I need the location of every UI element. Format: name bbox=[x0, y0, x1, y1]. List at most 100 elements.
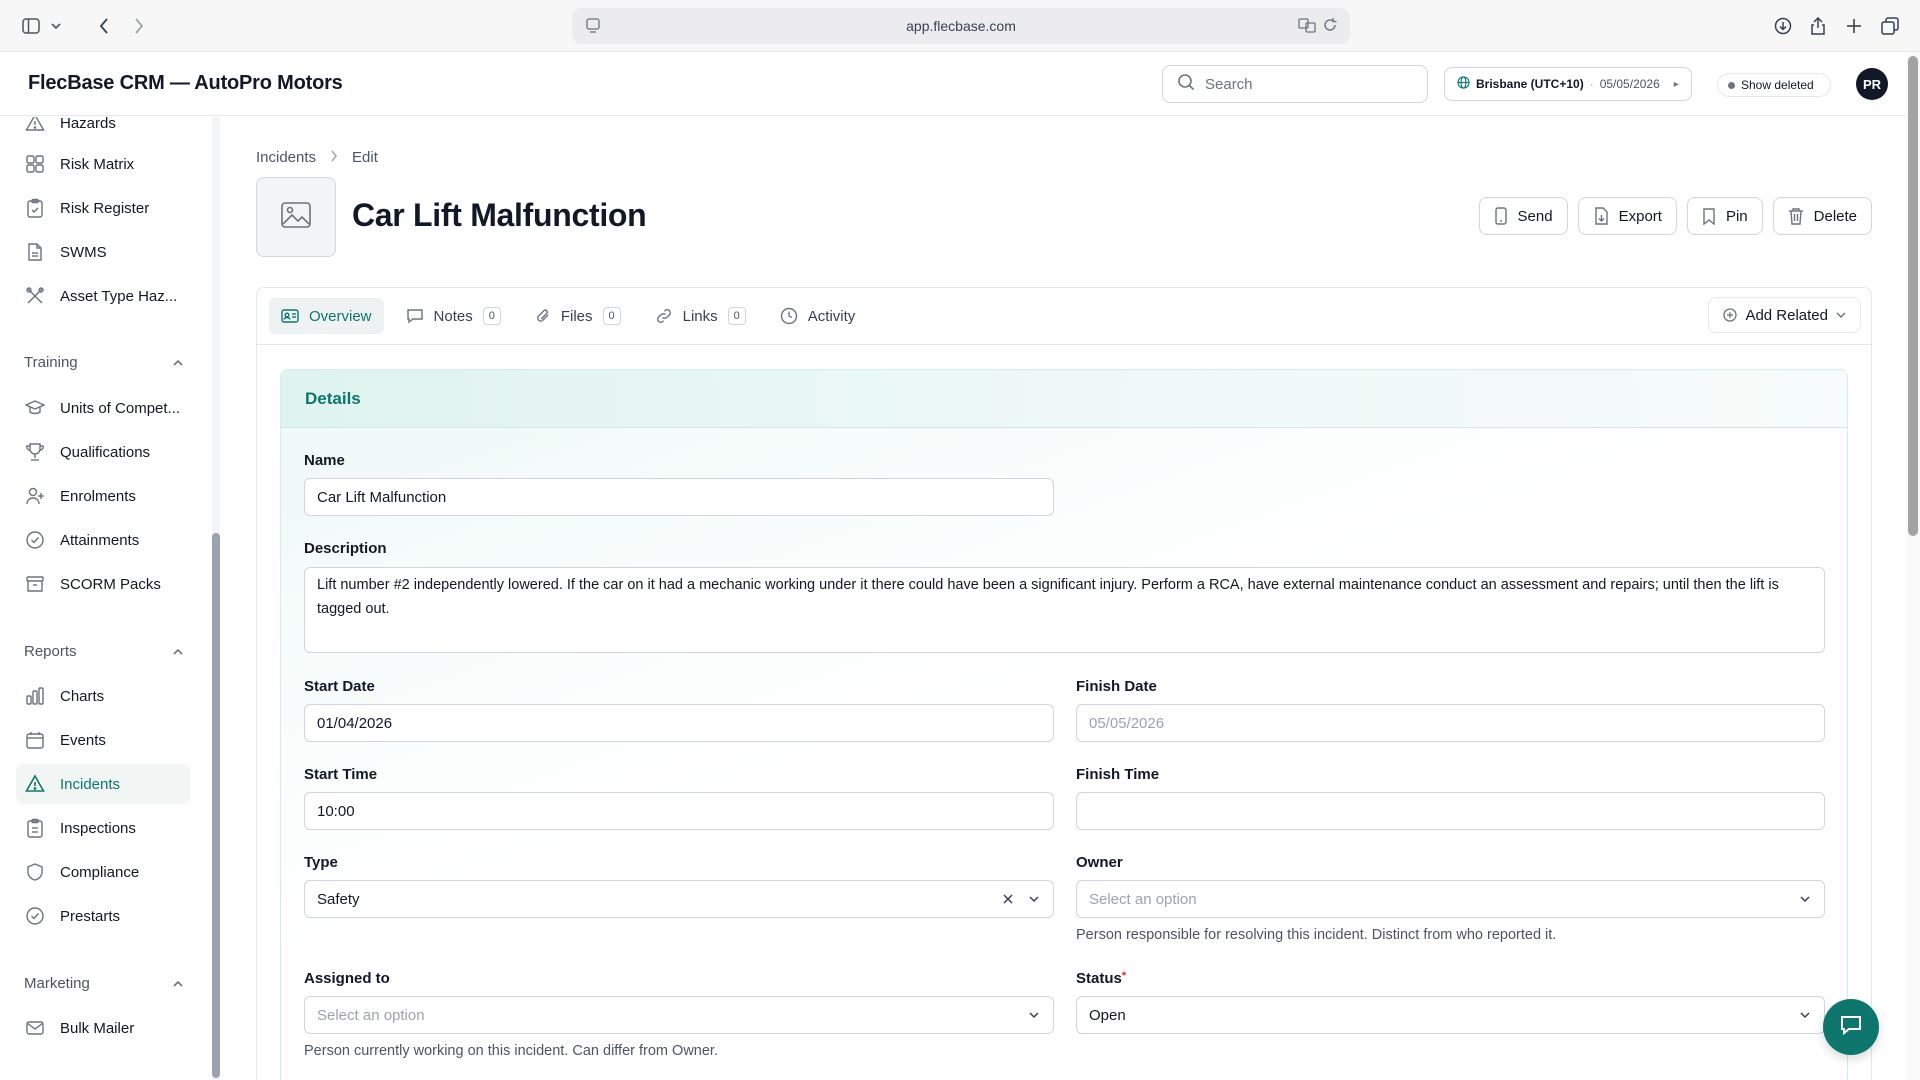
finish-date-field[interactable]: 05/05/2026 bbox=[1076, 704, 1825, 742]
sidebar-item-attainments[interactable]: Attainments bbox=[16, 520, 190, 560]
sidebar-item-label: Attainments bbox=[60, 531, 140, 549]
tools-icon bbox=[24, 285, 46, 307]
required-marker: * bbox=[1121, 970, 1127, 982]
assigned-help-text: Person currently working on this inciden… bbox=[304, 1043, 718, 1059]
finish-time-field[interactable] bbox=[1076, 792, 1825, 830]
export-label: Export bbox=[1618, 207, 1662, 225]
owner-select[interactable]: Select an option bbox=[1076, 880, 1825, 918]
status-label: Status* bbox=[1076, 970, 1126, 987]
tab-overview[interactable]: Overview bbox=[269, 298, 384, 334]
share-icon[interactable] bbox=[1805, 13, 1831, 39]
sidebar-item-units-of-competency[interactable]: Units of Compet... bbox=[16, 388, 190, 428]
sidebar-scrollbar[interactable] bbox=[212, 533, 220, 1078]
details-header[interactable]: Details bbox=[281, 370, 1847, 428]
search-input[interactable] bbox=[1205, 75, 1405, 93]
sidebar-section-marketing[interactable]: Marketing bbox=[24, 975, 184, 992]
app-title: FlecBase CRM — AutoPro Motors bbox=[28, 72, 343, 94]
description-label: Description bbox=[304, 540, 387, 557]
status-select[interactable]: Open bbox=[1076, 996, 1825, 1034]
export-button[interactable]: Export bbox=[1577, 197, 1677, 235]
tab-files[interactable]: Files 0 bbox=[523, 298, 633, 334]
page-scrollbar[interactable] bbox=[1908, 56, 1918, 536]
tab-label: Files bbox=[560, 307, 593, 325]
sidebar-item-events[interactable]: Events bbox=[16, 720, 190, 760]
sidebar-item-compliance[interactable]: Compliance bbox=[16, 852, 190, 892]
tab-notes[interactable]: Notes 0 bbox=[394, 298, 513, 334]
sidebar-item-label: Incidents bbox=[60, 775, 121, 793]
clear-icon[interactable] bbox=[1001, 892, 1015, 906]
sidebar-item-risk-register[interactable]: Risk Register bbox=[16, 188, 190, 228]
app-header: FlecBase CRM — AutoPro Motors Brisbane (… bbox=[0, 52, 1906, 116]
show-deleted-toggle[interactable]: Show deleted bbox=[1717, 73, 1831, 97]
sidebar-item-label: Charts bbox=[60, 687, 105, 705]
assigned-to-select[interactable]: Select an option bbox=[304, 996, 1054, 1034]
sidebar-section-reports[interactable]: Reports bbox=[24, 643, 184, 660]
sidebar-item-label: Risk Matrix bbox=[60, 155, 135, 173]
downloads-icon[interactable] bbox=[1770, 13, 1796, 39]
phone-icon bbox=[1494, 207, 1508, 225]
sidebar-item-label: Hazards bbox=[60, 117, 116, 132]
sidebar-item-hazards[interactable]: Hazards bbox=[16, 117, 190, 143]
check-circle-icon bbox=[24, 529, 46, 551]
links-count-badge: 0 bbox=[727, 307, 746, 325]
address-bar[interactable]: app.flecbase.com bbox=[572, 8, 1350, 44]
new-tab-icon[interactable] bbox=[1841, 13, 1867, 39]
sidebar-item-label: Prestarts bbox=[60, 907, 121, 925]
sidebar-item-prestarts[interactable]: Prestarts bbox=[16, 896, 190, 936]
id-card-icon bbox=[281, 308, 299, 324]
timezone-selector[interactable]: Brisbane (UTC+10) · 05/05/2026 ▸ bbox=[1444, 67, 1692, 101]
details-card: Details Name Car Lift Malfunction Descri… bbox=[280, 369, 1848, 1080]
file-export-icon bbox=[1593, 207, 1609, 225]
tab-overview-icon[interactable] bbox=[1877, 13, 1903, 39]
chevron-down-icon[interactable] bbox=[46, 13, 66, 39]
sidebar-item-bulk-mailer[interactable]: Bulk Mailer bbox=[16, 1008, 190, 1048]
sidebar-item-risk-matrix[interactable]: Risk Matrix bbox=[16, 144, 190, 184]
start-time-field[interactable]: 10:00 bbox=[304, 792, 1054, 830]
translate-icon[interactable] bbox=[1298, 17, 1316, 38]
sidebar-item-charts[interactable]: Charts bbox=[16, 676, 190, 716]
avatar[interactable]: PR bbox=[1856, 68, 1888, 100]
sidebar-item-qualifications[interactable]: Qualifications bbox=[16, 432, 190, 472]
sidebar-toggle-icon[interactable] bbox=[18, 13, 44, 39]
sidebar-item-swms[interactable]: SWMS bbox=[16, 232, 190, 272]
type-label: Type bbox=[304, 854, 338, 871]
files-count-badge: 0 bbox=[602, 307, 621, 325]
tab-activity[interactable]: Activity bbox=[768, 298, 868, 334]
search-box[interactable] bbox=[1162, 65, 1428, 103]
add-related-label: Add Related bbox=[1745, 306, 1828, 324]
breadcrumb-link-incidents[interactable]: Incidents bbox=[256, 149, 316, 166]
send-button[interactable]: Send bbox=[1478, 197, 1568, 235]
chevron-down-icon bbox=[1798, 892, 1812, 906]
record-image-placeholder[interactable] bbox=[256, 177, 336, 257]
assigned-placeholder: Select an option bbox=[317, 1006, 425, 1024]
delete-button[interactable]: Delete bbox=[1772, 197, 1872, 235]
back-icon[interactable] bbox=[91, 13, 117, 39]
start-date-field[interactable]: 01/04/2026 bbox=[304, 704, 1054, 742]
owner-placeholder: Select an option bbox=[1089, 890, 1197, 908]
sidebar-item-incidents[interactable]: Incidents bbox=[16, 764, 190, 804]
sidebar-item-enrolments[interactable]: Enrolments bbox=[16, 476, 190, 516]
tab-label: Activity bbox=[807, 307, 856, 325]
sidebar-item-asset-type-hazards[interactable]: Asset Type Haz... bbox=[16, 276, 190, 316]
add-related-button[interactable]: Add Related bbox=[1708, 297, 1861, 333]
current-date: 05/05/2026 bbox=[1599, 77, 1660, 91]
type-select[interactable]: Safety bbox=[304, 880, 1054, 918]
forward-icon[interactable] bbox=[126, 13, 152, 39]
tab-links[interactable]: Links 0 bbox=[643, 298, 758, 334]
globe-icon bbox=[1457, 76, 1470, 92]
description-field[interactable]: Lift number #2 independently lowered. If… bbox=[304, 567, 1825, 653]
pin-button[interactable]: Pin bbox=[1686, 197, 1763, 235]
chevron-down-icon bbox=[1798, 1008, 1812, 1022]
plus-circle-icon bbox=[1723, 308, 1738, 322]
document-icon bbox=[24, 241, 46, 263]
alert-triangle-icon bbox=[24, 773, 46, 795]
sidebar-item-scorm-packs[interactable]: SCORM Packs bbox=[16, 564, 190, 604]
name-field[interactable]: Car Lift Malfunction bbox=[304, 478, 1054, 516]
tab-divider bbox=[257, 344, 1871, 345]
chat-button[interactable] bbox=[1823, 999, 1879, 1055]
paperclip-icon bbox=[535, 307, 551, 325]
sidebar-section-training[interactable]: Training bbox=[24, 354, 184, 371]
sidebar-item-inspections[interactable]: Inspections bbox=[16, 808, 190, 848]
reload-icon[interactable] bbox=[1322, 17, 1338, 38]
archive-icon bbox=[24, 573, 46, 595]
